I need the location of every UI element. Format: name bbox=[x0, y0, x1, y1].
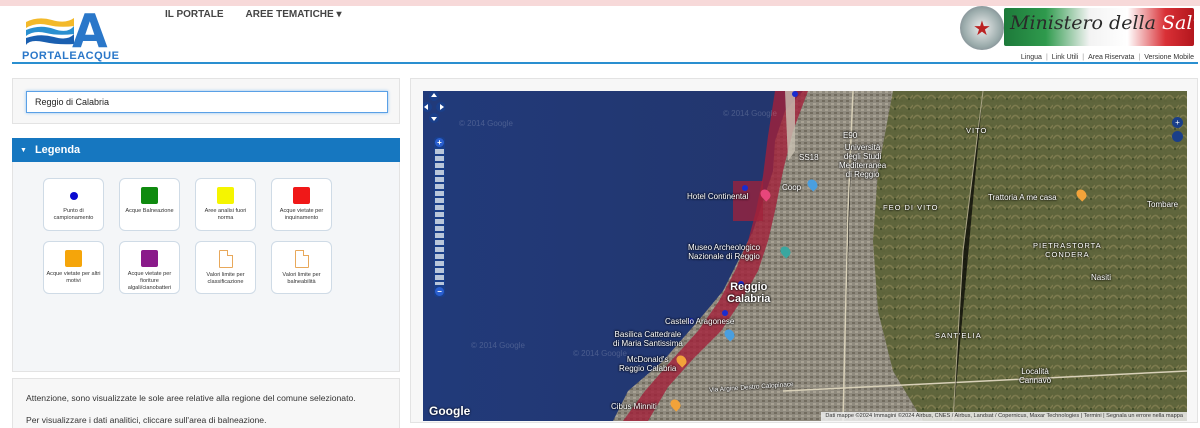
notes-panel: Attenzione, sono visualizzate le sole ar… bbox=[12, 378, 400, 428]
main-nav: IL PORTALE AREE TEMATICHE ▾ bbox=[165, 9, 341, 20]
caret-down-icon: ▼ bbox=[20, 146, 27, 154]
legend-item-label: Punto di campionamento bbox=[53, 208, 94, 221]
color-swatch-icon bbox=[217, 187, 234, 204]
link-link-utili[interactable]: Link Utili bbox=[1052, 54, 1078, 61]
legend-item: Acque vietate per altri motivi bbox=[43, 241, 104, 294]
note-regione: Attenzione, sono visualizzate le sole ar… bbox=[26, 393, 356, 403]
legend-item: Punto di campionamento bbox=[43, 178, 104, 231]
legend-item-label: Valori limite per balneabilità bbox=[282, 272, 321, 285]
label-hotel: Hotel Continental bbox=[687, 192, 749, 201]
label-mcdonalds: McDonald's Reggio Calabria bbox=[619, 355, 677, 373]
label-vito: VITO bbox=[966, 126, 988, 135]
google-logo: Google bbox=[429, 404, 471, 418]
legend-item: Acque vietate per fioriture algali/ciano… bbox=[119, 241, 180, 294]
legend-item-label: Acque vietate per altri motivi bbox=[46, 271, 101, 284]
left-panel: ▼ Legenda Punto di campionamento Acque Ba… bbox=[12, 78, 400, 372]
sampling-point-icon bbox=[69, 192, 78, 200]
utility-links: Lingua | Link Utili | Area Riservata | Vers… bbox=[1020, 54, 1194, 61]
legend-grid: Punto di campionamento Acque Balneazione A… bbox=[43, 178, 332, 294]
ministero-salute-logo[interactable]: ★ Ministero della Salute bbox=[960, 6, 1200, 52]
legend-body: Punto di campionamento Acque Balneazione A… bbox=[12, 162, 400, 372]
label-cibus: Cibus Minniti bbox=[611, 402, 657, 411]
legend-item-label: Acque Balneazione bbox=[125, 208, 174, 214]
map-watermark: © 2014 Google bbox=[471, 341, 525, 350]
label-basilica: Basilica Cattedrale di Maria Santissima bbox=[613, 330, 683, 348]
portaleacque-logo[interactable]: A PORTALEACQUE bbox=[22, 4, 132, 62]
label-coop: Coop bbox=[782, 183, 802, 192]
legend-item: Acque vietate per inquinamento bbox=[271, 178, 332, 231]
legend-item-label: Valori limite per classificazione bbox=[206, 272, 245, 285]
map-attribution[interactable]: Dati mappe ©2024 Immagini ©2024 Airbus, … bbox=[821, 412, 1187, 421]
comune-search-input[interactable] bbox=[26, 91, 388, 113]
republic-emblem-icon: ★ bbox=[960, 6, 1004, 50]
legend-item-label: Aree analisi fuori norma bbox=[204, 208, 247, 221]
legend-item-label: Acque vietate per fioriture algali/ciano… bbox=[127, 271, 172, 291]
zoom-slider[interactable]: + − bbox=[434, 137, 445, 297]
legend-item: Acque Balneazione bbox=[119, 178, 180, 231]
document-icon bbox=[294, 250, 309, 268]
note-dati-analitici: Per visualizzare i dati analitici, clicc… bbox=[26, 415, 267, 425]
ministero-text: Ministero della Salute bbox=[1010, 12, 1200, 34]
label-museo: Museo Archeologico Nazionale di Reggio bbox=[688, 243, 761, 261]
legend-item[interactable]: Valori limite per classificazione bbox=[195, 241, 256, 294]
site-header: A PORTALEACQUE IL PORTALE AREE TEMATICHE… bbox=[0, 4, 1200, 64]
zoom-out-icon[interactable]: − bbox=[435, 287, 444, 296]
color-swatch-icon bbox=[141, 250, 158, 267]
legend-title: Legenda bbox=[34, 144, 81, 156]
label-pietrastorta: PIETRASTORTA CONDERA bbox=[1033, 241, 1102, 259]
link-area-riservata[interactable]: Area Riservata bbox=[1088, 54, 1134, 61]
label-tombare: Tombare bbox=[1147, 200, 1179, 209]
layer-switcher-icon[interactable]: + bbox=[1172, 117, 1183, 128]
logo-text: PORTALEACQUE bbox=[22, 50, 120, 62]
map-panel: © 2014 Google © 2014 Google © 2014 Googl… bbox=[410, 78, 1198, 423]
nav-aree-tematiche[interactable]: AREE TEMATICHE ▾ bbox=[246, 9, 342, 20]
waves-icon bbox=[24, 12, 74, 48]
legend-item: Aree analisi fuori norma bbox=[195, 178, 256, 231]
header-divider bbox=[12, 62, 1198, 64]
legend-item-label: Acque vietate per inquinamento bbox=[279, 208, 324, 221]
pan-control[interactable] bbox=[423, 91, 445, 127]
label-universita: Università degli Studi Mediterranea di R… bbox=[839, 143, 887, 179]
color-swatch-icon bbox=[141, 187, 158, 204]
label-ss18: SS18 bbox=[799, 153, 819, 162]
color-swatch-icon bbox=[65, 250, 82, 267]
satellite-map[interactable]: © 2014 Google © 2014 Google © 2014 Googl… bbox=[423, 91, 1187, 421]
nav-il-portale[interactable]: IL PORTALE bbox=[165, 9, 224, 20]
label-feo-di-vito: FEO DI VITO bbox=[883, 203, 939, 212]
layer-toggle-icon[interactable] bbox=[1172, 131, 1183, 142]
search-panel bbox=[12, 78, 400, 124]
label-castello: Castello Aragonese bbox=[665, 317, 735, 326]
map-watermark: © 2014 Google bbox=[723, 109, 777, 118]
link-versione-mobile[interactable]: Versione Mobile bbox=[1144, 54, 1194, 61]
zoom-in-icon[interactable]: + bbox=[435, 138, 444, 147]
map-watermark: © 2014 Google bbox=[459, 119, 513, 128]
label-nasiti: Nasiti bbox=[1091, 273, 1112, 282]
legend-header[interactable]: ▼ Legenda bbox=[12, 138, 400, 162]
label-e90: E90 bbox=[843, 131, 858, 140]
label-trattoria: Trattoria A me casa bbox=[988, 193, 1057, 202]
legend-item[interactable]: Valori limite per balneabilità bbox=[271, 241, 332, 294]
color-swatch-icon bbox=[293, 187, 310, 204]
label-santelia: SANT'ELIA bbox=[935, 331, 982, 340]
label-localita: Località Cannavò bbox=[1019, 367, 1052, 385]
document-icon bbox=[218, 250, 233, 268]
label-reggio-calabria: Reggio Calabria bbox=[727, 281, 771, 305]
link-lingua[interactable]: Lingua bbox=[1021, 54, 1042, 61]
zoom-levels[interactable] bbox=[435, 149, 444, 285]
